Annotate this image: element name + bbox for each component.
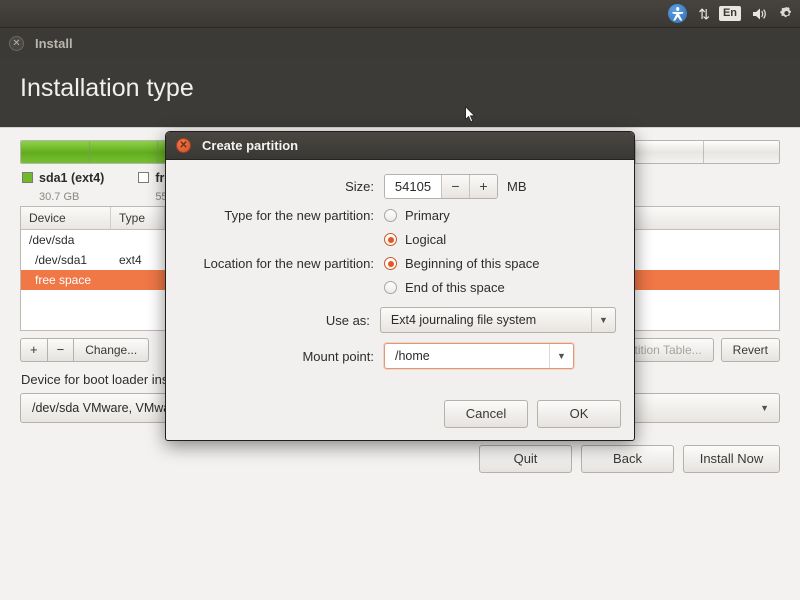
page-title: Installation type — [20, 74, 194, 102]
legend-swatch-icon — [138, 172, 150, 183]
partition-button-group: + − Change... — [20, 337, 150, 362]
radio-logical[interactable]: Logical — [384, 232, 446, 247]
cell-device: /dev/sda — [29, 233, 75, 247]
create-partition-dialog: ✕ Create partition Size: 54105 − + MB Ty… — [165, 131, 635, 441]
use-as-label: Use as: — [325, 312, 370, 328]
desktop-top-panel: ⇅ En — [0, 0, 800, 28]
volume-icon[interactable] — [752, 7, 768, 21]
cell-device: /dev/sda1 — [35, 253, 88, 267]
size-unit-label: MB — [507, 179, 527, 194]
app-title: Install — [35, 35, 73, 51]
mount-point-select[interactable]: /home ▼ — [384, 343, 574, 369]
cell-type: ext4 — [119, 253, 142, 267]
window-close-icon[interactable]: ✕ — [9, 35, 24, 51]
quit-button[interactable]: Quit — [479, 445, 572, 473]
mouse-cursor — [465, 105, 477, 129]
remove-partition-button[interactable]: − — [46, 337, 74, 362]
size-increment-button[interactable]: + — [469, 175, 497, 198]
partition-type-label: Type for the new partition: — [224, 208, 374, 223]
radio-label: End of this space — [405, 280, 505, 295]
legend-swatch-icon — [22, 172, 33, 183]
accessibility-icon[interactable] — [668, 4, 688, 23]
use-as-select[interactable]: Ext4 journaling file system ▼ — [379, 307, 616, 333]
chevron-down-icon: ▼ — [549, 344, 573, 368]
radio-end-of-space[interactable]: End of this space — [384, 280, 505, 295]
dialog-title: Create partition — [202, 138, 299, 153]
dialog-titlebar: ✕ Create partition — [166, 132, 634, 160]
size-decrement-button[interactable]: − — [441, 175, 469, 198]
radio-label: Beginning of this space — [405, 256, 540, 271]
mount-point-row: Mount point: /home ▼ — [176, 343, 616, 369]
gear-icon[interactable] — [779, 6, 794, 21]
radio-beginning-of-space[interactable]: Beginning of this space — [384, 256, 539, 271]
location-row-2: End of this space — [176, 280, 616, 295]
install-now-button[interactable]: Install Now — [683, 445, 780, 473]
use-as-value: Ext4 journaling file system — [390, 313, 537, 327]
network-icon[interactable]: ⇅ — [698, 7, 710, 21]
mount-point-label: Mount point: — [302, 348, 374, 364]
location-row: Location for the new partition: Beginnin… — [176, 256, 616, 271]
back-button[interactable]: Back — [581, 445, 674, 473]
column-header-type[interactable]: Type — [111, 207, 165, 229]
dialog-body: Size: 54105 − + MB Type for the new part… — [166, 160, 634, 369]
location-label: Location for the new partition: — [203, 256, 374, 271]
ok-button[interactable]: OK — [537, 400, 621, 428]
use-as-row: Use as: Ext4 journaling file system ▼ — [176, 307, 616, 333]
partition-type-row: Type for the new partition: Primary — [176, 208, 616, 223]
chevron-down-icon: ▼ — [591, 308, 615, 332]
legend-size: 30.7 GB — [39, 191, 80, 203]
dialog-actions: Cancel OK — [444, 400, 621, 428]
cell-device: free space — [35, 273, 92, 287]
radio-primary[interactable]: Primary — [384, 208, 450, 223]
partition-type-row-2: Logical — [176, 232, 616, 247]
radio-icon — [384, 281, 397, 294]
mount-point-value[interactable]: /home — [385, 349, 440, 363]
page-header: Installation type — [0, 58, 800, 127]
panel-indicator-group: ⇅ En — [668, 4, 794, 23]
change-partition-button[interactable]: Change... — [73, 337, 150, 362]
radio-label: Primary — [405, 208, 450, 223]
revert-button[interactable]: Revert — [720, 337, 780, 362]
radio-icon-selected — [384, 257, 397, 270]
cancel-button[interactable]: Cancel — [444, 400, 528, 428]
legend-item-sda1: sda1 (ext4) 30.7 GB — [22, 169, 104, 205]
installer-screen: ⇅ En ✕ Install Installation type sda1 (e… — [0, 0, 800, 600]
radio-icon-selected — [384, 233, 397, 246]
column-header-device[interactable]: Device — [21, 207, 111, 229]
app-titlebar: ✕ Install — [0, 28, 800, 58]
radio-icon — [384, 209, 397, 222]
dialog-close-icon[interactable]: ✕ — [176, 138, 191, 153]
keyboard-layout-icon[interactable]: En — [718, 6, 741, 21]
radio-label: Logical — [405, 232, 447, 247]
add-partition-button[interactable]: + — [20, 337, 47, 362]
size-row: Size: 54105 − + MB — [176, 174, 616, 199]
size-label: Size: — [345, 179, 374, 194]
chevron-down-icon: ▼ — [760, 403, 769, 413]
wizard-actions: Quit Back Install Now — [479, 445, 780, 473]
legend-label: sda1 (ext4) — [39, 171, 105, 185]
size-stepper[interactable]: 54105 − + — [384, 174, 498, 199]
size-input[interactable]: 54105 — [385, 175, 441, 198]
